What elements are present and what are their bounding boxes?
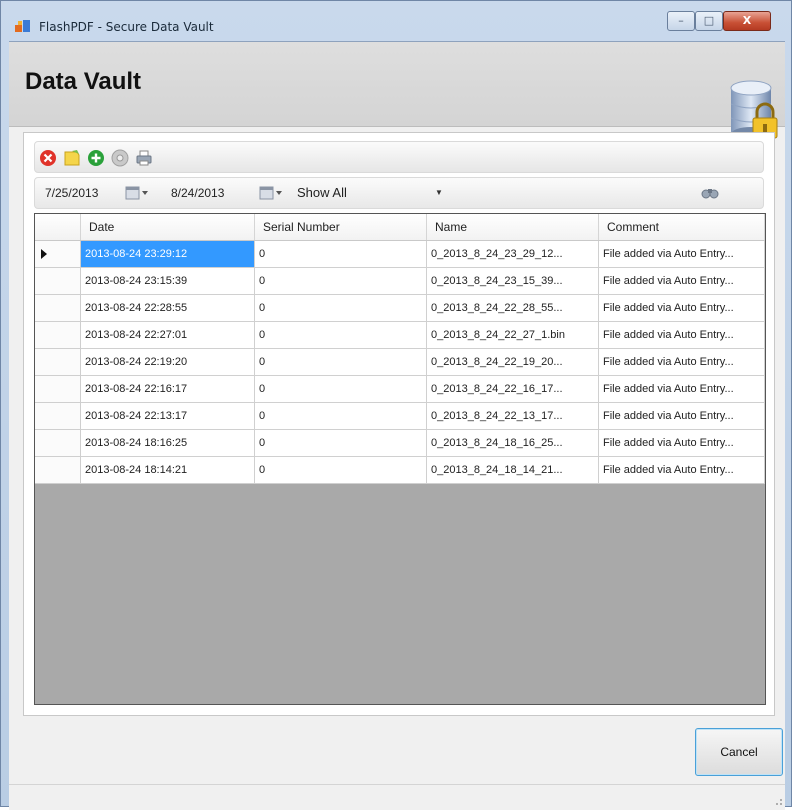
cell-name[interactable]: 0_2013_8_24_18_14_21... — [427, 457, 599, 484]
page-title: Data Vault — [25, 68, 142, 95]
dialog-body: Data Vault 7/25/2013 8/24/2013 Show All … — [9, 41, 785, 810]
cancel-button[interactable]: Cancel — [695, 728, 783, 776]
binoculars-icon[interactable] — [701, 186, 719, 200]
column-header-comment[interactable]: Comment — [599, 214, 765, 240]
end-date-field[interactable]: 8/24/2013 — [171, 183, 241, 203]
cell-name[interactable]: 0_2013_8_24_22_13_17... — [427, 403, 599, 430]
cell-date[interactable]: 2013-08-24 23:15:39 — [81, 268, 255, 295]
delete-icon[interactable] — [39, 149, 57, 167]
cell-date[interactable]: 2013-08-24 22:28:55 — [81, 295, 255, 322]
cell-name[interactable]: 0_2013_8_24_22_28_55... — [427, 295, 599, 322]
start-date-field[interactable]: 7/25/2013 — [45, 183, 115, 203]
row-header[interactable] — [35, 430, 81, 457]
cell-date[interactable]: 2013-08-24 18:16:25 — [81, 430, 255, 457]
cell-comment[interactable]: File added via Auto Entry... — [599, 430, 765, 457]
cell-comment[interactable]: File added via Auto Entry... — [599, 457, 765, 484]
maximize-button[interactable]: □ — [695, 11, 723, 31]
table-row[interactable]: 2013-08-24 18:14:21 0 0_2013_8_24_18_14_21… — [35, 457, 765, 484]
cell-date[interactable]: 2013-08-24 22:19:20 — [81, 349, 255, 376]
cell-name[interactable]: 0_2013_8_24_22_27_1.bin — [427, 322, 599, 349]
filter-bar: 7/25/2013 8/24/2013 Show All ▼ — [34, 177, 764, 209]
row-header[interactable] — [35, 349, 81, 376]
cell-comment[interactable]: File added via Auto Entry... — [599, 295, 765, 322]
status-bar — [9, 784, 785, 810]
flashpdf-app-icon — [15, 20, 30, 32]
minimize-button[interactable]: – — [667, 11, 695, 31]
chevron-down-icon[interactable]: ▼ — [435, 183, 443, 203]
row-header[interactable] — [35, 457, 81, 484]
cell-serial-number[interactable]: 0 — [255, 268, 427, 295]
column-header-date[interactable]: Date — [81, 214, 255, 240]
cell-date[interactable]: 2013-08-24 18:14:21 — [81, 457, 255, 484]
cell-comment[interactable]: File added via Auto Entry... — [599, 268, 765, 295]
title-bar[interactable]: FlashPDF - Secure Data Vault – □ X — [1, 1, 791, 41]
add-icon[interactable] — [87, 149, 105, 167]
table-row[interactable]: 2013-08-24 23:29:12 0 0_2013_8_24_23_29_12… — [35, 241, 765, 268]
application-window: FlashPDF - Secure Data Vault – □ X Data … — [0, 0, 792, 810]
cell-name[interactable]: 0_2013_8_24_22_19_20... — [427, 349, 599, 376]
show-filter-select[interactable]: Show All — [293, 183, 447, 203]
data-grid[interactable]: Date Serial Number Name Comment 2013-08-… — [34, 213, 766, 705]
current-row-arrow-icon — [41, 249, 47, 259]
row-header[interactable] — [35, 403, 81, 430]
cell-serial-number[interactable]: 0 — [255, 241, 427, 268]
row-header[interactable] — [35, 241, 81, 268]
cell-serial-number[interactable]: 0 — [255, 349, 427, 376]
cell-serial-number[interactable]: 0 — [255, 322, 427, 349]
cell-serial-number[interactable]: 0 — [255, 457, 427, 484]
row-header[interactable] — [35, 376, 81, 403]
cell-serial-number[interactable]: 0 — [255, 295, 427, 322]
cell-comment[interactable]: File added via Auto Entry... — [599, 376, 765, 403]
vault-panel: 7/25/2013 8/24/2013 Show All ▼ Date Seri… — [23, 132, 775, 716]
cell-serial-number[interactable]: 0 — [255, 376, 427, 403]
start-calendar-dropdown-icon[interactable] — [125, 185, 149, 201]
table-row[interactable]: 2013-08-24 22:28:55 0 0_2013_8_24_22_28_55… — [35, 295, 765, 322]
table-row[interactable]: 2013-08-24 22:19:20 0 0_2013_8_24_22_19_20… — [35, 349, 765, 376]
printer-icon[interactable] — [135, 149, 153, 167]
table-row[interactable]: 2013-08-24 22:13:17 0 0_2013_8_24_22_13_17… — [35, 403, 765, 430]
row-header[interactable] — [35, 322, 81, 349]
toolbar — [34, 141, 764, 173]
column-header-serial-number[interactable]: Serial Number — [255, 214, 427, 240]
cell-date[interactable]: 2013-08-24 22:13:17 — [81, 403, 255, 430]
cell-name[interactable]: 0_2013_8_24_18_16_25... — [427, 430, 599, 457]
cell-date[interactable]: 2013-08-24 22:16:17 — [81, 376, 255, 403]
close-button[interactable]: X — [723, 11, 771, 31]
window-title: FlashPDF - Secure Data Vault — [39, 20, 214, 34]
row-header-corner — [35, 214, 81, 240]
cell-date[interactable]: 2013-08-24 23:29:12 — [81, 241, 255, 268]
table-row[interactable]: 2013-08-24 18:16:25 0 0_2013_8_24_18_16_25… — [35, 430, 765, 457]
table-row[interactable]: 2013-08-24 22:27:01 0 0_2013_8_24_22_27_1.… — [35, 322, 765, 349]
header-banner: Data Vault — [9, 42, 785, 127]
cell-serial-number[interactable]: 0 — [255, 403, 427, 430]
cell-name[interactable]: 0_2013_8_24_22_16_17... — [427, 376, 599, 403]
table-row[interactable]: 2013-08-24 22:16:17 0 0_2013_8_24_22_16_17… — [35, 376, 765, 403]
row-header[interactable] — [35, 295, 81, 322]
cell-comment[interactable]: File added via Auto Entry... — [599, 241, 765, 268]
grid-header: Date Serial Number Name Comment — [35, 214, 765, 241]
cell-comment[interactable]: File added via Auto Entry... — [599, 403, 765, 430]
cell-date[interactable]: 2013-08-24 22:27:01 — [81, 322, 255, 349]
column-header-name[interactable]: Name — [427, 214, 599, 240]
cell-comment[interactable]: File added via Auto Entry... — [599, 349, 765, 376]
cell-name[interactable]: 0_2013_8_24_23_29_12... — [427, 241, 599, 268]
cell-comment[interactable]: File added via Auto Entry... — [599, 322, 765, 349]
note-icon[interactable] — [63, 149, 81, 167]
cell-serial-number[interactable]: 0 — [255, 430, 427, 457]
row-header[interactable] — [35, 268, 81, 295]
end-calendar-dropdown-icon[interactable] — [259, 185, 283, 201]
table-row[interactable]: 2013-08-24 23:15:39 0 0_2013_8_24_23_15_39… — [35, 268, 765, 295]
cell-name[interactable]: 0_2013_8_24_23_15_39... — [427, 268, 599, 295]
disc-icon[interactable] — [111, 149, 129, 167]
